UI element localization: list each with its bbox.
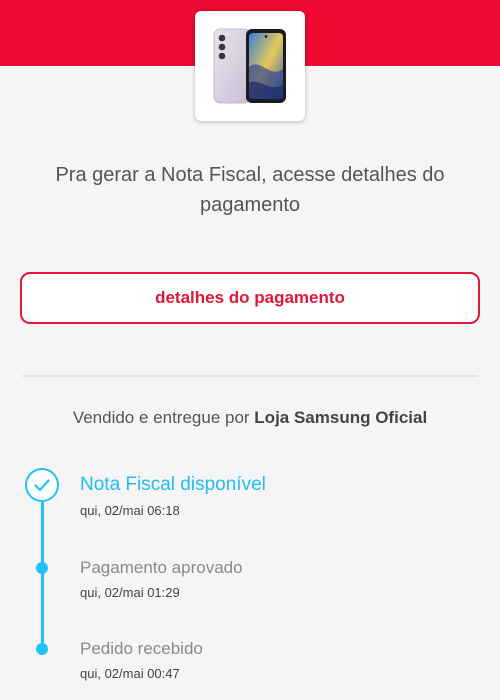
check-icon (34, 479, 50, 492)
seller-name: Loja Samsung Oficial (254, 408, 428, 427)
payment-details-button-label: detalhes do pagamento (155, 288, 345, 307)
product-thumbnail[interactable] (195, 11, 305, 121)
timeline-step-title: Nota Fiscal disponível (80, 474, 266, 495)
seller-prefix: Vendido e entregue por (72, 408, 255, 427)
timeline-step-title: Pedido recebido (80, 639, 203, 658)
timeline-step-time: qui, 02/mai 00:47 (80, 666, 180, 681)
timeline-step-time: qui, 02/mai 06:18 (80, 503, 180, 518)
timeline-step-time: qui, 02/mai 01:29 (80, 585, 180, 600)
invoice-instruction-text: Pra gerar a Nota Fiscal, acesse detalhes… (55, 164, 445, 216)
section-divider (22, 375, 478, 377)
timeline-dot (36, 562, 48, 574)
smartphone-product-image (213, 28, 286, 104)
payment-details-button[interactable]: detalhes do pagamento (20, 272, 480, 324)
seller-info: Vendido e entregue por Loja Samsung Ofic… (0, 408, 500, 428)
timeline-line (41, 500, 44, 648)
timeline-step-current-marker (25, 468, 59, 502)
timeline-step-title: Pagamento aprovado (80, 558, 243, 577)
timeline-dot (36, 643, 48, 655)
